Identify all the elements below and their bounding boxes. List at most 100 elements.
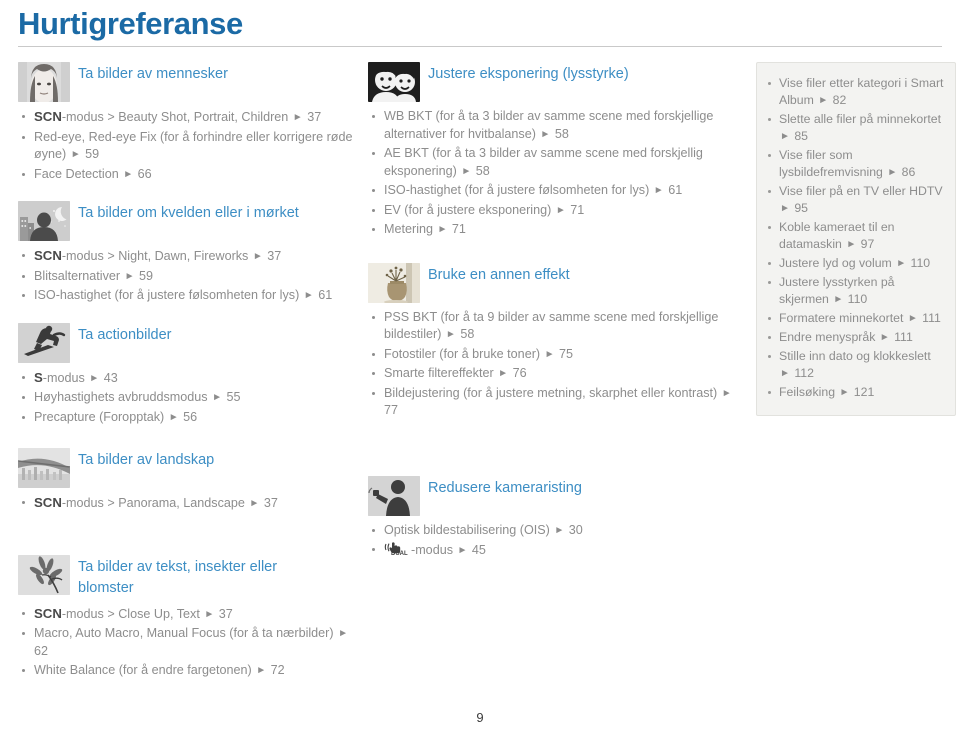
page-arrow-icon: ►	[445, 329, 456, 340]
list-item: SCN-modus > Night, Dawn, Fireworks ► 37	[18, 247, 358, 266]
section-macro: Ta bilder av tekst, insekter eller bloms…	[18, 554, 358, 680]
list-item: Macro, Auto Macro, Manual Focus (for å t…	[18, 625, 358, 660]
item-text: Formatere minnekortet	[779, 311, 904, 325]
section-action: Ta actionbilder S-modus ► 43 Høyhastighe…	[18, 322, 358, 427]
page-number: 9	[476, 710, 484, 725]
section-header: Redusere kameraristing	[368, 475, 738, 516]
page-arrow-icon: ►	[896, 258, 907, 269]
section-title: Ta bilder av landskap	[78, 452, 215, 468]
list-item: Formatere minnekortet ► 111	[761, 310, 945, 327]
section-header: Ta actionbilder	[18, 322, 358, 363]
page-arrow-icon: ►	[212, 392, 223, 403]
item-text: Face Detection	[34, 166, 119, 181]
list-item: Vise filer etter kategori i Smart Album …	[761, 75, 945, 109]
section-title: Justere eksponering (lysstyrke)	[428, 66, 629, 82]
two-faces-exposure-thumb	[368, 62, 420, 102]
item-text: Høyhastighets avbruddsmodus	[34, 390, 208, 404]
right-column: Vise filer etter kategori i Smart Album …	[756, 62, 956, 416]
page-arrow-icon: ►	[846, 239, 857, 250]
mode-tag: SCN	[34, 495, 62, 510]
page-arrow-icon: ►	[544, 348, 555, 360]
item-text: -modus > Close Up, Text	[61, 606, 200, 621]
item-text: Metering	[384, 222, 433, 236]
svg-text:DUAL: DUAL	[391, 551, 408, 556]
page-arrow-icon: ►	[780, 203, 790, 214]
item-page: 58	[475, 163, 490, 178]
item-text: ISO-hastighet (for å justere følsomheten…	[384, 183, 650, 197]
item-page: 72	[270, 663, 285, 677]
list-item: Red-eye, Red-eye Fix (for å forhindre el…	[18, 129, 358, 164]
item-text: Endre menyspråk	[779, 330, 876, 344]
list-item: ISO-hastighet (for å justere følsomheten…	[368, 182, 738, 200]
title-divider	[18, 46, 942, 47]
item-page: 71	[570, 202, 585, 217]
mode-tag: SCN	[34, 109, 62, 124]
list-item: ISO-hastighet (for å justere følsomheten…	[18, 287, 358, 305]
page-arrow-icon: ►	[833, 294, 844, 305]
item-page: 86	[901, 165, 916, 179]
item-text: -modus > Panorama, Landscape	[61, 496, 245, 510]
list-item: Justere lysstyrken på skjermen ► 110	[761, 274, 945, 308]
section-effects: Bruke en annen effekt PSS BKT (for å ta …	[368, 262, 738, 420]
section-item-list: SCN-modus > Beauty Shot, Portrait, Child…	[18, 108, 358, 183]
page-arrow-icon: ►	[653, 185, 664, 196]
item-text: Fotostiler (for å bruke toner)	[384, 346, 541, 361]
item-page: 61	[668, 183, 683, 197]
page-arrow-icon: ►	[292, 112, 303, 123]
item-text: ISO-hastighet (for å justere følsomheten…	[34, 288, 300, 302]
item-page: 37	[267, 249, 282, 263]
section-title: Redusere kameraristing	[428, 479, 582, 496]
page-arrow-icon: ►	[780, 368, 790, 379]
playback-settings-panel: Vise filer etter kategori i Smart Album …	[756, 62, 956, 416]
middle-column: Justere eksponering (lysstyrke) WB BKT (…	[368, 62, 738, 580]
list-item: Fotostiler (for å bruke toner) ► 75	[368, 346, 738, 364]
section-shake-reduction: Redusere kameraristing Optisk bildestabi…	[368, 475, 738, 562]
section-people: Ta bilder av mennesker SCN-modus > Beaut…	[18, 62, 358, 183]
section-title: Ta actionbilder	[78, 326, 172, 343]
page-arrow-icon: ►	[540, 128, 551, 140]
page-arrow-icon: ►	[498, 368, 509, 379]
dual-is-icon: DUAL	[384, 541, 410, 562]
page-header: Hurtigreferanse	[0, 0, 960, 42]
item-text: Stille inn dato og klokkeslett	[779, 349, 931, 363]
item-text: AE BKT (for å ta 3 bilder av samme scene…	[384, 146, 703, 178]
bridge-landscape-thumb	[18, 448, 70, 488]
list-item: SCN-modus > Close Up, Text ► 37	[18, 605, 358, 624]
item-page: 121	[853, 385, 875, 399]
page-arrow-icon: ►	[457, 545, 468, 556]
item-text: Optisk bildestabilisering (OIS)	[384, 522, 550, 537]
item-page: 45	[471, 543, 486, 557]
list-item: Vise filer som lysbildefremvisning ► 86	[761, 147, 945, 181]
page-arrow-icon: ►	[839, 387, 850, 398]
item-page: 77	[384, 403, 399, 417]
item-page: 110	[910, 256, 931, 270]
item-text: EV (for å justere eksponering)	[384, 202, 552, 217]
item-text: Justere lyd og volum	[779, 256, 892, 270]
item-text: -modus > Night, Dawn, Fireworks	[61, 249, 249, 263]
item-page: 66	[137, 166, 152, 181]
item-page: 37	[307, 110, 322, 124]
list-item: Optisk bildestabilisering (OIS) ► 30	[368, 522, 738, 540]
list-item: Face Detection ► 66	[18, 166, 358, 184]
section-item-list: Optisk bildestabilisering (OIS) ► 30 DUA…	[368, 522, 738, 562]
list-item: Slette alle filer på minnekortet ► 85	[761, 111, 945, 145]
page-arrow-icon: ►	[256, 665, 267, 676]
list-item: Vise filer på en TV eller HDTV ► 95	[761, 183, 945, 217]
item-page: 56	[183, 409, 198, 424]
list-item: Justere lyd og volum ► 110	[761, 255, 945, 272]
mode-tag: S	[34, 369, 43, 385]
section-item-list: SCN-modus > Night, Dawn, Fireworks ► 37 …	[18, 247, 358, 305]
list-item: Blitsalternativer ► 59	[18, 268, 358, 286]
list-item: SCN-modus > Beauty Shot, Portrait, Child…	[18, 108, 358, 127]
night-scene-thumb	[18, 201, 70, 241]
item-text: Precapture (Foropptak)	[34, 409, 165, 424]
section-header: Ta bilder av landskap	[18, 448, 358, 488]
item-text: Slette alle filer på minnekortet	[779, 112, 941, 126]
page-arrow-icon: ►	[204, 608, 215, 620]
section-title: Ta bilder om kvelden eller i mørket	[78, 205, 299, 221]
item-page: 112	[794, 366, 814, 380]
item-page: 111	[922, 311, 941, 325]
item-text: Koble kameraet til en datamaskin	[779, 220, 895, 251]
list-item: Bildejustering (for å justere metning, s…	[368, 385, 738, 420]
item-page: 59	[139, 268, 154, 283]
